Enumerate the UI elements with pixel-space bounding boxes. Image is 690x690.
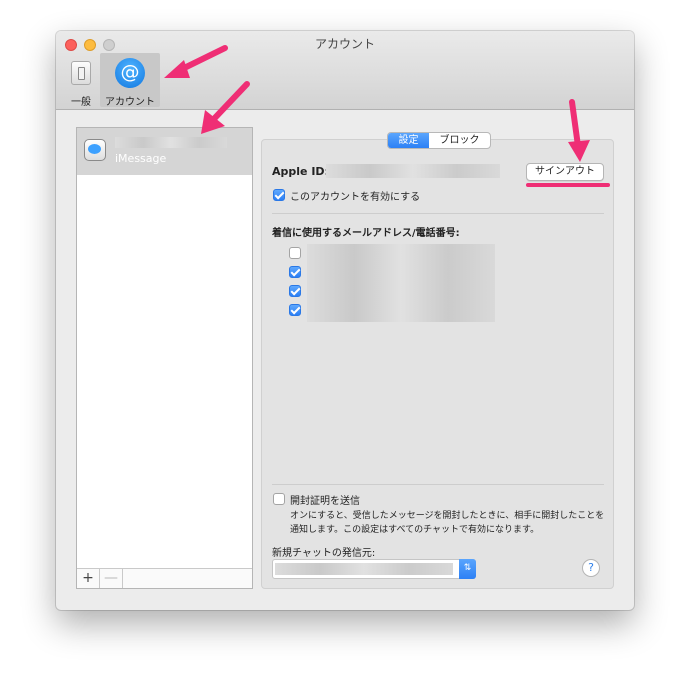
tab-settings[interactable]: 設定 (388, 133, 429, 148)
updown-chevron-icon: ⇅ (459, 559, 476, 579)
reach-address-checkbox-4[interactable] (289, 304, 301, 316)
read-receipts-label: 開封証明を送信 (290, 496, 360, 507)
reach-address-checkbox-1[interactable] (289, 247, 301, 259)
help-button[interactable]: ? (582, 559, 600, 577)
new-chat-from-select[interactable]: ⇅ (272, 559, 476, 579)
settings-tab-control: 設定 ブロック (387, 132, 491, 149)
remove-account-button[interactable]: — (100, 569, 123, 588)
general-tab-label: 一般 (71, 97, 91, 108)
annotation-underline (526, 183, 610, 187)
window-toolbar: アカウント 一般 @ アカウント (56, 31, 634, 110)
redacted-selected-value (275, 563, 453, 575)
reach-addresses-header: 着信に使用するメールアドレス/電話番号: (272, 228, 460, 239)
add-account-button[interactable]: + (77, 569, 100, 588)
redacted-addresses (307, 244, 495, 322)
tab-block[interactable]: ブロック (429, 133, 490, 148)
redacted-apple-id (326, 164, 500, 178)
enable-account-checkbox[interactable] (273, 189, 285, 201)
toolbar-account-tab[interactable]: @ アカウント (100, 53, 160, 108)
account-list: iMessage + — (76, 127, 253, 589)
redacted-account-name (115, 137, 227, 148)
at-sign-icon: @ (115, 58, 145, 88)
account-settings-panel: 設定 ブロック Apple ID: サインアウト このアカウントを有効にする 着… (261, 132, 614, 589)
reach-address-checkbox-2[interactable] (289, 266, 301, 278)
divider (272, 213, 604, 214)
annotation-arrow-account (201, 81, 250, 134)
enable-account-label: このアカウントを有効にする (290, 192, 421, 203)
window-title: アカウント (314, 37, 375, 51)
read-receipts-description: オンにすると、受信したメッセージを開封したときに、相手に開封したことを通知します… (290, 511, 605, 535)
annotation-arrow-signout (568, 99, 590, 162)
switch-icon (71, 61, 91, 85)
account-tab-label: アカウント (105, 97, 155, 108)
account-list-footer: + — (77, 568, 252, 588)
read-receipts-checkbox[interactable] (273, 493, 285, 505)
divider (272, 484, 604, 485)
preferences-window: アカウント 一般 @ アカウント iMessage + — 設定 ブロック Ap… (56, 31, 634, 610)
reach-address-checkbox-3[interactable] (289, 285, 301, 297)
toolbar-general-tab[interactable]: 一般 (64, 53, 98, 108)
messages-icon (84, 139, 106, 161)
new-chat-from-label: 新規チャットの発信元: (272, 548, 376, 559)
apple-id-label: Apple ID: (272, 165, 329, 178)
account-service-label: iMessage (115, 152, 167, 165)
